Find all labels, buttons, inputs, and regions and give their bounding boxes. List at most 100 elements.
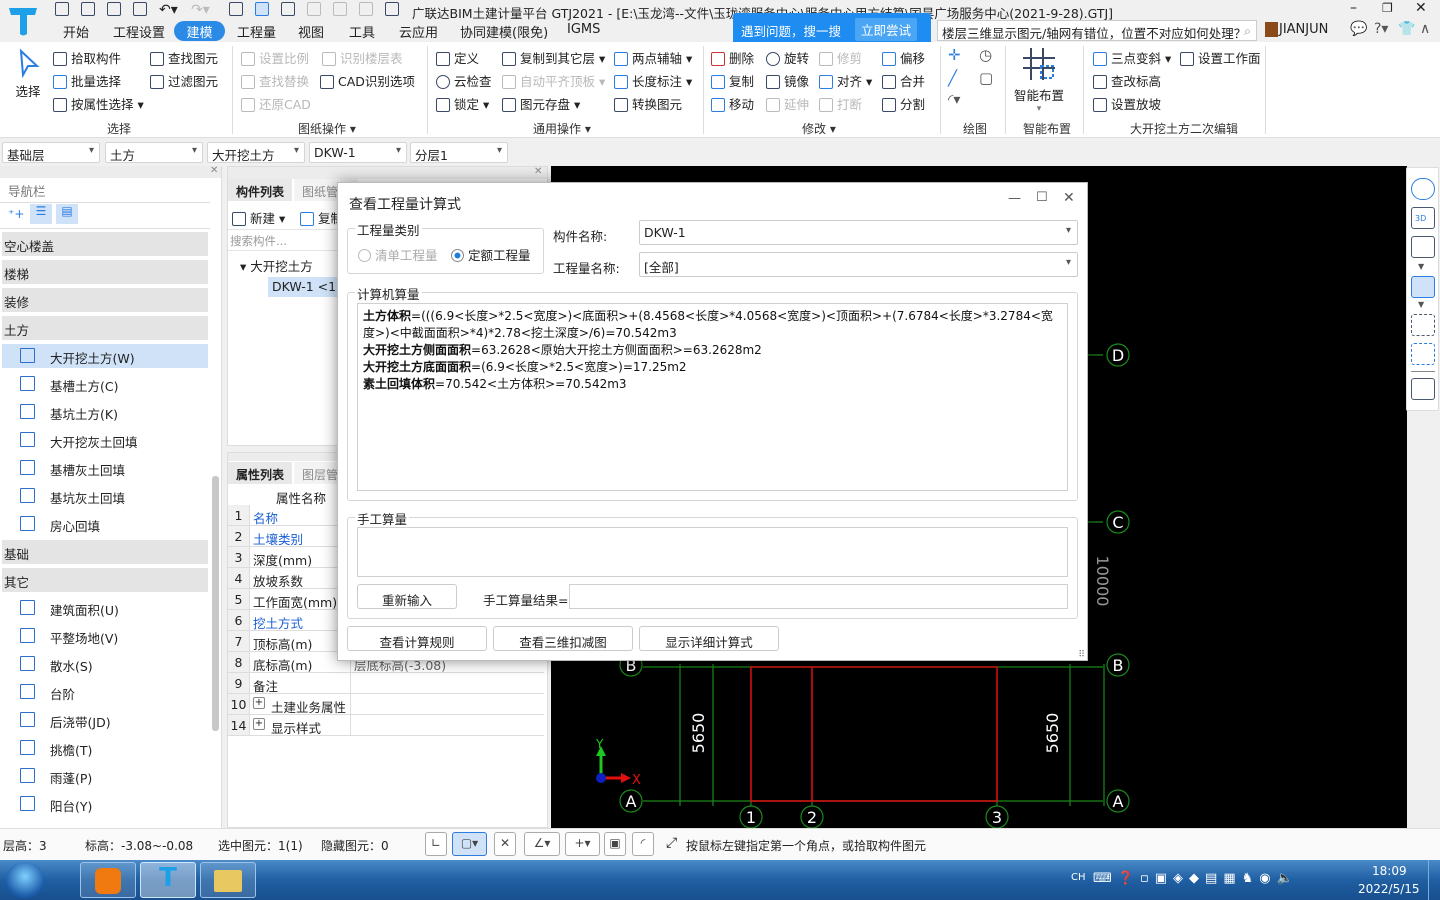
offset-button[interactable]: 偏移 xyxy=(882,48,925,67)
floor-select[interactable]: 基础层 xyxy=(2,142,100,163)
search-icon[interactable]: ⌕ xyxy=(1244,23,1251,39)
set-work-face-button[interactable]: 设置工作面 xyxy=(1180,48,1261,67)
set-scale-button[interactable]: 设置比例 xyxy=(241,48,309,67)
nav-item[interactable]: 雨蓬(P) xyxy=(2,764,208,788)
upload-icon[interactable] xyxy=(55,2,69,16)
show-detail-formula-button[interactable]: 显示详细计算式 xyxy=(639,626,779,651)
nav-scrollbar[interactable] xyxy=(212,476,219,731)
nav-section-header[interactable]: 其它 xyxy=(2,568,208,592)
resize-grip-icon[interactable]: ⠿ xyxy=(1078,650,1085,660)
user-name[interactable]: JIANJUN xyxy=(1279,22,1328,37)
edit-icon[interactable] xyxy=(333,2,347,16)
clock-time[interactable]: 18:09 xyxy=(1372,864,1407,878)
close-icon[interactable]: ✕ xyxy=(1415,0,1427,16)
nav-item[interactable]: 建筑面积(U) xyxy=(2,596,208,620)
expand-icon[interactable]: + xyxy=(253,718,265,730)
minimize-icon[interactable]: – xyxy=(1350,0,1357,16)
draw-line-button[interactable]: ╱ xyxy=(948,69,957,87)
arc-snap-icon[interactable]: ◜ xyxy=(632,832,654,856)
restore-cad-button[interactable]: 还原CAD xyxy=(241,94,311,113)
expand-icon[interactable]: + xyxy=(253,697,265,709)
rotate-button[interactable]: 旋转 xyxy=(766,48,809,67)
three-point-slope-button[interactable]: 三点变斜 ▾ xyxy=(1093,48,1171,67)
extend-button[interactable]: 延伸 xyxy=(766,94,809,113)
tray-icons[interactable]: ⌨❓▫▣◈◆▤▦♞◉🔈 xyxy=(1093,871,1299,886)
component-type-select[interactable]: 大开挖土方 xyxy=(207,142,305,163)
select-big-button[interactable]: 选择 xyxy=(10,48,46,100)
copy-button[interactable]: 复制 xyxy=(711,71,754,90)
save-element-button[interactable]: 图元存盘 ▾ xyxy=(502,94,580,113)
cad-view-icon[interactable] xyxy=(255,2,269,16)
layer-grid-icon[interactable] xyxy=(307,2,321,16)
lock-button[interactable]: 锁定 ▾ xyxy=(436,94,489,113)
radio-bill-qty[interactable]: 清单工程量 xyxy=(358,245,438,264)
chevron-down-icon[interactable]: ▼ xyxy=(1418,262,1424,271)
restore-icon[interactable]: ❐ xyxy=(1382,1,1393,15)
draw-arc-point-button[interactable]: ◷ xyxy=(979,46,992,64)
taskbar-app-browser[interactable] xyxy=(80,862,136,898)
tab-properties[interactable]: 属性列表 xyxy=(228,462,292,484)
nav-item[interactable]: 阳台(Y) xyxy=(2,792,208,816)
tab-quantity[interactable]: 工程量 xyxy=(237,22,276,41)
nav-item[interactable]: 大开挖灰土回填 xyxy=(2,428,208,452)
tab-component-list[interactable]: 构件列表 xyxy=(228,179,292,201)
edit-elevation-button[interactable]: 查改标高 xyxy=(1093,71,1161,90)
solid-cube-icon[interactable] xyxy=(1411,276,1435,298)
tab-start[interactable]: 开始 xyxy=(63,22,89,41)
add-page-icon[interactable] xyxy=(385,2,399,16)
draw-rectangle-button[interactable]: ▢ xyxy=(979,69,993,87)
pick-component-button[interactable]: 拾取构件 xyxy=(53,48,121,67)
cloud-check-button[interactable]: 云检查 xyxy=(436,71,492,90)
component-name-select[interactable]: DKW-1 xyxy=(639,220,1078,245)
3d-view-icon[interactable]: 3D xyxy=(1411,207,1435,229)
nav-section-header[interactable]: 空心楼盖 xyxy=(2,232,208,256)
set-slope-button[interactable]: 设置放坡 xyxy=(1093,94,1161,113)
help-search-input[interactable]: 楼层三维显示图元/轴网有错位，位置不对应如何处理？ ⌕ xyxy=(937,20,1257,41)
nav-item[interactable]: 大开挖土方(W) xyxy=(2,344,208,368)
cross-icon[interactable]: ✕ xyxy=(494,832,516,856)
dialog-close-icon[interactable]: ✕ xyxy=(1063,190,1075,206)
nav-section-header[interactable]: 楼梯 xyxy=(2,260,208,284)
dialog-maximize-icon[interactable]: ☐ xyxy=(1036,190,1048,205)
reinput-button[interactable]: 重新输入 xyxy=(357,584,457,609)
identify-floor-table-button[interactable]: 识别楼层表 xyxy=(322,48,403,67)
cad-options-button[interactable]: CAD识别选项 xyxy=(320,71,415,90)
merge-button[interactable]: 合并 xyxy=(882,71,925,90)
tab-cloud[interactable]: 云应用 xyxy=(399,22,438,41)
view-rules-button[interactable]: 查看计算规则 xyxy=(347,626,487,651)
tab-tools[interactable]: 工具 xyxy=(349,22,375,41)
nav-close-icon[interactable]: ✕ xyxy=(210,165,218,176)
new-file-icon[interactable] xyxy=(81,2,95,16)
display-settings-icon[interactable] xyxy=(1411,378,1435,400)
property-row[interactable]: 10 + 土建业务属性 xyxy=(228,694,544,715)
qty-name-select[interactable]: [全部] xyxy=(639,252,1078,277)
sublayer-select[interactable]: 分层1 xyxy=(410,142,508,163)
nav-item[interactable]: 台阶 xyxy=(2,680,208,704)
nav-item[interactable]: 基坑灰土回填 xyxy=(2,484,208,508)
redo-icon[interactable]: ↷▾ xyxy=(191,2,210,18)
nav-item[interactable]: 平整场地(V) xyxy=(2,624,208,648)
component-panel-close-icon[interactable]: ✕ xyxy=(534,166,542,177)
nav-item[interactable]: 后浇带(JD) xyxy=(2,708,208,732)
convert-element-button[interactable]: 转换图元 xyxy=(614,94,682,113)
two-point-axis-button[interactable]: 两点辅轴 ▾ xyxy=(614,48,692,67)
orbit-icon[interactable] xyxy=(1411,178,1435,200)
help-icon[interactable]: ?▾ xyxy=(1374,21,1388,37)
angle-snap-icon[interactable]: ∠▾ xyxy=(524,832,560,856)
mirror-button[interactable]: 镜像 xyxy=(766,71,809,90)
delete-button[interactable]: 删除 xyxy=(711,48,754,67)
save-icon[interactable] xyxy=(133,2,147,16)
show-desktop-button[interactable] xyxy=(1428,860,1440,900)
trim-button[interactable]: 修剪 xyxy=(819,48,862,67)
nav-section-header[interactable]: 基础 xyxy=(2,540,208,564)
ortho-icon[interactable]: ∟ xyxy=(425,832,447,856)
collapse-ribbon-icon[interactable]: ∧ xyxy=(1420,21,1430,37)
cube-icon[interactable] xyxy=(1411,236,1435,258)
view-3d-deduction-button[interactable]: 查看三维扣减图 xyxy=(493,626,633,651)
user-avatar[interactable] xyxy=(1265,22,1278,37)
fullscreen-icon[interactable] xyxy=(1411,314,1435,336)
chevron-down-icon[interactable]: ▼ xyxy=(1418,300,1424,309)
skin-icon[interactable]: 👕 xyxy=(1398,21,1415,37)
group-label-modify[interactable]: 修改 ▾ xyxy=(802,120,836,137)
new-component-button[interactable]: 新建 ▾ xyxy=(232,208,285,227)
